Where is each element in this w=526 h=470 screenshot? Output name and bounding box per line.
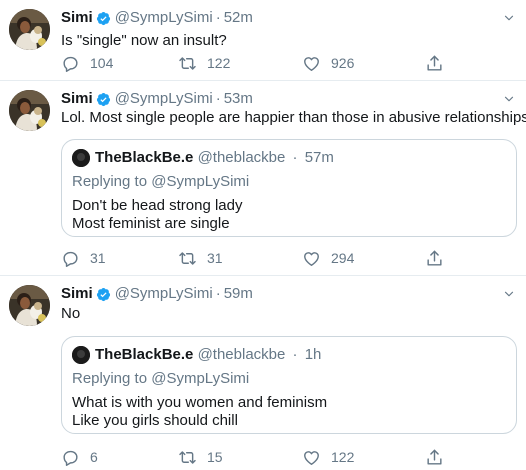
heart-icon	[302, 54, 321, 73]
reply-button[interactable]: 104	[61, 53, 113, 73]
tweet-actions: 6 15 122	[61, 447, 501, 467]
retweet-count: 122	[207, 55, 231, 71]
separator-dot: ·	[215, 9, 221, 26]
timestamp[interactable]: 59m	[224, 285, 253, 303]
quoted-timestamp: 1h	[304, 346, 322, 363]
tweet-header: Simi @SympLySimi · 59m	[61, 285, 253, 303]
retweet-count: 15	[207, 449, 223, 465]
reply-icon	[61, 448, 80, 467]
tweet-text: Lol. Most single people are happier than…	[61, 109, 526, 126]
chevron-down-icon[interactable]	[502, 92, 516, 106]
verified-badge-icon	[96, 92, 111, 107]
timestamp[interactable]: 52m	[224, 9, 253, 27]
chevron-down-icon[interactable]	[502, 287, 516, 301]
tweet-header: Simi @SympLySimi · 52m	[61, 9, 253, 27]
verified-badge-icon	[96, 11, 111, 26]
avatar[interactable]	[9, 90, 50, 131]
quoted-header: TheBlackBe.e @theblackbe · 57m	[95, 149, 334, 167]
quoted-header: TheBlackBe.e @theblackbe · 1h	[95, 346, 321, 364]
retweet-button[interactable]: 122	[178, 53, 230, 73]
author-handle[interactable]: @SympLySimi	[115, 285, 213, 303]
share-icon	[425, 54, 444, 73]
quoted-tweet[interactable]: TheBlackBe.e @theblackbe · 57m Replying …	[61, 139, 517, 237]
like-button[interactable]: 926	[302, 53, 354, 73]
retweet-button[interactable]: 15	[178, 447, 223, 467]
quoted-timestamp: 57m	[304, 149, 334, 166]
author-handle[interactable]: @SympLySimi	[115, 90, 213, 108]
reply-count: 104	[90, 55, 114, 71]
quoted-text-line: What is with you women and feminism	[72, 394, 328, 411]
author-handle[interactable]: @SympLySimi	[115, 9, 213, 27]
reply-icon	[61, 249, 80, 268]
tweet-3[interactable]: Simi @SympLySimi · 59m No TheBlackBe.e @…	[0, 276, 526, 470]
reply-count: 31	[90, 250, 106, 266]
like-count: 926	[331, 55, 355, 71]
like-count: 294	[331, 250, 355, 266]
share-button[interactable]	[425, 53, 444, 73]
quoted-author-handle: @theblackbe	[197, 149, 286, 166]
quoted-author-name: TheBlackBe.e	[95, 149, 194, 166]
retweet-icon	[178, 54, 197, 73]
tweet-text: Is "single" now an insult?	[61, 32, 227, 49]
retweet-button[interactable]: 31	[178, 248, 223, 268]
like-button[interactable]: 294	[302, 248, 354, 268]
heart-icon	[302, 448, 321, 467]
author-name[interactable]: Simi	[61, 285, 93, 303]
reply-button[interactable]: 6	[61, 447, 98, 467]
tweet-1[interactable]: Simi @SympLySimi · 52m Is "single" now a…	[0, 0, 526, 80]
heart-icon	[302, 249, 321, 268]
quoted-author-handle: @theblackbe	[197, 346, 286, 363]
tweet-actions: 31 31 294	[61, 248, 501, 268]
retweet-icon	[178, 249, 197, 268]
retweet-icon	[178, 448, 197, 467]
separator-dot: ·	[292, 149, 298, 166]
verified-badge-icon	[96, 287, 111, 302]
tweet-header: Simi @SympLySimi · 53m	[61, 90, 253, 108]
tweet-text: No	[61, 305, 81, 322]
reply-button[interactable]: 31	[61, 248, 106, 268]
reply-icon	[61, 54, 80, 73]
replying-to: Replying to @SympLySimi	[72, 370, 250, 387]
avatar[interactable]	[9, 285, 50, 326]
share-icon	[425, 448, 444, 467]
avatar[interactable]	[9, 9, 50, 50]
tweet-2[interactable]: Simi @SympLySimi · 53m Lol. Most single …	[0, 81, 526, 275]
separator-dot: ·	[292, 346, 298, 363]
share-button[interactable]	[425, 248, 444, 268]
replying-to: Replying to @SympLySimi	[72, 173, 250, 190]
author-name[interactable]: Simi	[61, 90, 93, 108]
like-button[interactable]: 122	[302, 447, 354, 467]
reply-count: 6	[90, 449, 98, 465]
tweet-actions: 104 122 926	[61, 53, 501, 73]
author-name[interactable]: Simi	[61, 9, 93, 27]
retweet-count: 31	[207, 250, 223, 266]
separator-dot: ·	[215, 90, 221, 107]
quoted-text-line: Most feminist are single	[72, 215, 230, 232]
share-icon	[425, 249, 444, 268]
separator-dot: ·	[215, 285, 221, 302]
like-count: 122	[331, 449, 355, 465]
timestamp[interactable]: 53m	[224, 90, 253, 108]
chevron-down-icon[interactable]	[502, 11, 516, 25]
quoted-text-line: Don't be head strong lady	[72, 197, 243, 214]
share-button[interactable]	[425, 447, 444, 467]
quoted-tweet[interactable]: TheBlackBe.e @theblackbe · 1h Replying t…	[61, 336, 517, 434]
quoted-author-name: TheBlackBe.e	[95, 346, 194, 363]
quoted-avatar	[72, 149, 90, 167]
quoted-text-line: Like you girls should chill	[72, 412, 238, 429]
quoted-avatar	[72, 346, 90, 364]
